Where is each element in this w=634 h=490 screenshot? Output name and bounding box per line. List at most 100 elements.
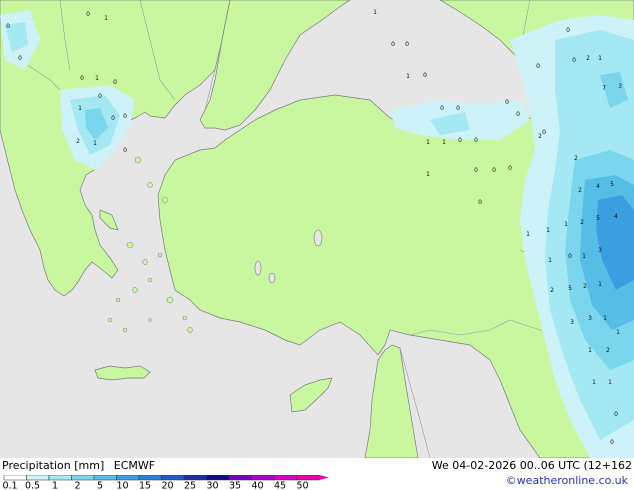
precip-label: 1 (592, 379, 596, 386)
precip-label: 2 (76, 138, 80, 145)
legend-title-group: Precipitation [mm] ECMWF (2, 459, 155, 472)
precip-label: 5 (596, 215, 600, 222)
precip-label: 1 (598, 281, 602, 288)
precip-label: 0 (508, 165, 512, 172)
precip-label: 3 (598, 247, 602, 254)
valid-time: We 04-02-2026 00..06 UTC (12+162 (431, 459, 632, 472)
color-swatch (71, 475, 95, 481)
color-swatch (273, 475, 297, 481)
precip-label: 3 (570, 319, 574, 326)
color-scale-tick: 30 (206, 481, 218, 490)
color-swatch (183, 475, 207, 481)
color-scale-tick: 15 (139, 481, 151, 490)
color-scale-tick: 25 (184, 481, 196, 490)
color-swatch (3, 475, 27, 481)
precip-label: 0 (478, 199, 482, 206)
color-swatch (161, 475, 185, 481)
precip-label: 4 (596, 183, 600, 190)
color-swatch (48, 475, 72, 481)
color-scale-tick: 50 (296, 481, 308, 490)
precip-label: 0 (123, 147, 127, 154)
color-swatch (206, 475, 230, 481)
precip-label: 0 (614, 411, 618, 418)
color-swatch (116, 475, 140, 481)
precip-label: 1 (582, 253, 586, 260)
precip-label: 2 (578, 187, 582, 194)
precip-label: 1 (603, 315, 607, 322)
color-scale-ticks: 0.1 0.5 1 2 5 10 15 20 25 30 35 40 45 50 (2, 481, 308, 490)
precip-label: 0 (474, 137, 478, 144)
precip-label: 1 (93, 140, 97, 147)
precip-label: 0 (111, 115, 115, 122)
color-swatch (26, 475, 50, 481)
precip-label: 2 (580, 219, 584, 226)
precip-label: 2 (586, 55, 590, 62)
color-scale-tick: 10 (116, 481, 128, 490)
precip-label: 0 (98, 93, 102, 100)
legend-model: ECMWF (113, 459, 156, 472)
precip-label: 0 (405, 41, 409, 48)
color-scale-swatches (3, 475, 329, 481)
color-scale-tick: 45 (274, 481, 286, 490)
color-scale-tick: 0.1 (2, 481, 17, 490)
precip-label: 1 (426, 139, 430, 146)
precip-label: 0 (423, 72, 427, 79)
precip-label: 0 (492, 167, 496, 174)
precip-label: 1 (546, 227, 550, 234)
precip-label: 0 (474, 167, 478, 174)
precip-label: 1 (373, 9, 377, 16)
lake-tuz (313, 229, 323, 247)
color-scale-tick: 20 (161, 481, 173, 490)
precip-label: 0 (80, 75, 84, 82)
precip-label: 1 (616, 329, 620, 336)
precip-label: 1 (598, 55, 602, 62)
precip-label: 7 (602, 85, 606, 92)
precip-label: 5 (568, 285, 572, 292)
precip-label: 0 (6, 23, 10, 30)
color-scale-tick: 35 (229, 481, 241, 490)
color-swatch (93, 475, 117, 481)
precip-label: 2 (574, 155, 578, 162)
precip-label: 1 (78, 105, 82, 112)
lake-beysehir (254, 260, 262, 276)
precip-label: 1 (104, 15, 108, 22)
precip-label: 1 (588, 347, 592, 354)
land-crete (94, 365, 151, 381)
precip-label: 3 (618, 83, 622, 90)
precip-label: 0 (566, 27, 570, 34)
color-scale-arrow (319, 475, 329, 480)
precip-label: 0 (516, 111, 520, 118)
color-swatch (138, 475, 162, 481)
precip-label: 2 (583, 283, 587, 290)
precip-label: 0 (18, 55, 22, 62)
precip-label: 1 (442, 139, 446, 146)
map-canvas: 0 1 0 0 0 1 0 0 0 1 0 2 1 0 1 7 3 0 0 0 … (0, 0, 634, 458)
color-scale-tick: 5 (97, 481, 103, 490)
precip-label: 1 (426, 171, 430, 178)
precip-label: 1 (608, 379, 612, 386)
lake-egirdir (268, 272, 276, 284)
precip-label: 1 (548, 257, 552, 264)
precip-label: 0 (542, 129, 546, 136)
precip-label: 0 (86, 11, 90, 18)
credit-link[interactable]: ©weatheronline.co.uk (506, 474, 628, 487)
precip-label: 0 (391, 41, 395, 48)
precip-label: 0 (572, 57, 576, 64)
color-swatch (251, 475, 275, 481)
precip-label: 1 (95, 75, 99, 82)
precip-label: 5 (610, 181, 614, 188)
precip-label: 1 (564, 221, 568, 228)
precip-label: 0 (123, 113, 127, 120)
precip-label: 1 (406, 73, 410, 80)
precip-label: 0 (536, 63, 540, 70)
precip-label: 0 (458, 137, 462, 144)
legend-title: Precipitation [mm] (2, 459, 105, 472)
precip-label: 0 (505, 99, 509, 106)
precip-label: 2 (550, 287, 554, 294)
precipitation-map: 0 1 0 0 0 1 0 0 0 1 0 2 1 0 1 7 3 0 0 0 … (0, 0, 634, 458)
precip-label: 3 (588, 315, 592, 322)
precip-label: 1 (526, 231, 530, 238)
precip-label: 0 (440, 105, 444, 112)
precip-label: 0 (113, 79, 117, 86)
color-swatch (228, 475, 252, 481)
